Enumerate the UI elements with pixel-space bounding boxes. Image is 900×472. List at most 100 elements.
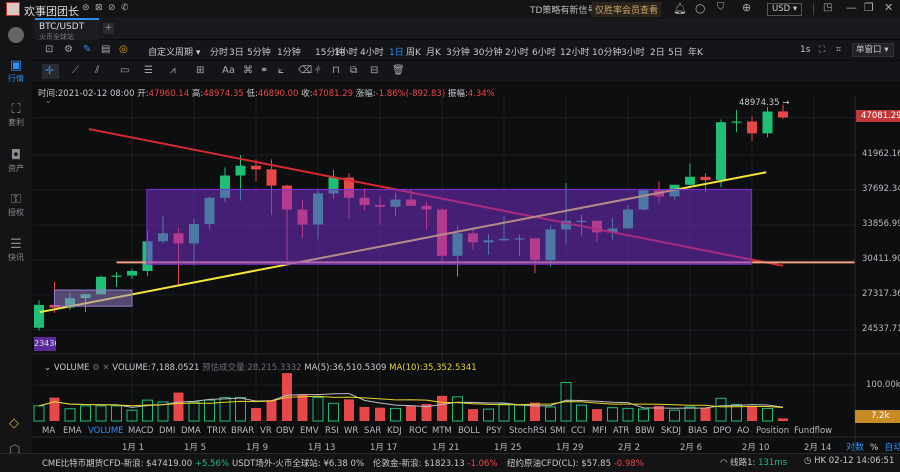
indicator-tab-skdj[interactable]: SKDJ — [661, 426, 681, 436]
price-tick-label: 41962.16 — [862, 149, 900, 159]
indicator-tab-ma[interactable]: MA — [42, 426, 55, 436]
indicator-tab-obv[interactable]: OBV — [276, 426, 294, 436]
candle-body — [34, 304, 44, 328]
volume-bar — [669, 409, 680, 422]
indicator-tab-bbw[interactable]: BBW — [635, 426, 655, 436]
ticker-label: 伦敦金-新浪: — [373, 459, 422, 469]
latency-value: 131ms — [758, 458, 788, 468]
date-label: 1月 13 — [308, 443, 336, 453]
volume-axis-tick: 100.00k — [866, 380, 900, 390]
indicator-tab-vr[interactable]: VR — [260, 426, 272, 436]
indicator-tab-dmi[interactable]: DMI — [159, 426, 175, 436]
volume-bar — [514, 404, 525, 422]
volume-bar — [406, 405, 416, 421]
volume-bar — [778, 418, 788, 421]
ticker-label: USDT场外-火币全球站: — [232, 459, 321, 469]
volume-estimate: 预估成交量:28,215.3332 — [202, 363, 302, 373]
date-label: 1月 25 — [494, 443, 522, 453]
candle-body — [111, 275, 122, 277]
indicator-tab-ema[interactable]: EMA — [63, 426, 82, 436]
volume-bar — [111, 405, 122, 422]
indicator-tab-atr[interactable]: ATR — [613, 426, 629, 436]
volume-bar — [483, 408, 494, 422]
close-icon[interactable]: ✕ — [102, 363, 109, 373]
indicator-tab-stochrsi[interactable]: StochRSI — [509, 426, 547, 436]
price-chart[interactable] — [0, 0, 900, 472]
volume-bar — [715, 397, 727, 422]
indicator-tab-psy[interactable]: PSY — [486, 426, 502, 436]
clock-icon: ◷ — [804, 456, 812, 466]
settings-icon[interactable]: ⚙ — [92, 363, 100, 373]
volume-bar — [607, 407, 618, 422]
last-price-flag: 47081.29 — [856, 110, 900, 122]
ticker-cme[interactable]: CME比特币期货CFD-新浪: $47419.00 +5.56% — [42, 457, 229, 469]
indicator-tab-dma[interactable]: DMA — [181, 426, 201, 436]
volume-ma10: MA(10):35,352.5341 — [389, 363, 477, 373]
indicator-tab-rsi[interactable]: RSI — [325, 426, 339, 436]
indicator-tab-smi[interactable]: SMI — [550, 426, 565, 436]
candle-body — [747, 121, 757, 134]
candle-body — [685, 176, 695, 185]
indicator-tab-kdj[interactable]: KDJ — [387, 426, 402, 436]
volume-bar — [80, 405, 91, 422]
volume-bar — [344, 399, 354, 421]
date-label: 2月 10 — [742, 443, 770, 453]
indicator-tab-mtm[interactable]: MTM — [432, 426, 452, 436]
ticker-change: +5.56% — [194, 459, 229, 469]
volume-bar — [142, 399, 153, 422]
ticker-label: CME比特币期货CFD-新浪: — [42, 459, 144, 469]
indicator-tab-wr[interactable]: WR — [344, 426, 358, 436]
indicator-tab-dpo[interactable]: DPO — [713, 426, 731, 436]
indicator-tab-sar[interactable]: SAR — [364, 426, 381, 436]
volume-header: ⌄ VOLUME ⚙ ✕ VOLUME:7,188.0521 预估成交量:28,… — [44, 361, 477, 373]
ticker-label: 纽约原油CFD(CL): — [507, 459, 579, 469]
volume-bar — [64, 408, 76, 422]
ticker-oil[interactable]: 纽约原油CFD(CL): $57.85 -0.98% — [507, 457, 644, 469]
collapse-chevron-icon[interactable]: ⌄ — [45, 96, 52, 105]
date-label: 1月 1 — [122, 443, 145, 453]
indicator-tab-trix[interactable]: TRIX — [207, 426, 226, 436]
percent-scale-toggle[interactable]: % — [870, 443, 879, 453]
indicator-tab-roc[interactable]: ROC — [409, 426, 428, 436]
volume-bar — [95, 405, 107, 422]
date-label: 1月 9 — [246, 443, 269, 453]
indicator-tab-ao[interactable]: AO — [737, 426, 749, 436]
price-tick-label: 27317.36 — [862, 288, 900, 299]
ticker-price: $57.85 — [581, 459, 611, 469]
clock: ◷ HK 02-12 14:06:51 — [804, 456, 894, 466]
indicator-tab-mfi[interactable]: MFI — [592, 426, 607, 436]
indicator-tab-emv[interactable]: EMV — [300, 426, 319, 436]
volume-bar — [762, 407, 773, 422]
clock-value: HK 02-12 14:06:51 — [814, 456, 895, 466]
indicator-tab-volume[interactable]: VOLUME — [88, 426, 124, 436]
auto-scale-toggle[interactable]: 自动 — [884, 443, 900, 453]
indicator-tab-fundflow[interactable]: Fundflow — [794, 426, 832, 436]
ticker-price: $47419.00 — [146, 459, 193, 469]
volume-bar — [251, 408, 261, 421]
volume-bar — [747, 405, 757, 421]
candle-body — [762, 111, 773, 134]
indicator-tab-position[interactable]: Position — [756, 426, 789, 436]
log-scale-toggle[interactable]: 对数 — [846, 443, 864, 453]
ticker-gold[interactable]: 伦敦金-新浪: $1823.13 -1.06% — [373, 457, 497, 469]
indicator-tab-bias[interactable]: BIAS — [688, 426, 708, 436]
indicator-tab-cci[interactable]: CCI — [571, 426, 585, 436]
volume-bar — [592, 409, 602, 421]
rectangle-drawing — [54, 289, 133, 307]
price-tick-label: 33856.99 — [862, 218, 900, 229]
volume-bar — [219, 397, 231, 422]
date-label: 2月 6 — [680, 443, 703, 453]
indicator-tab-brar[interactable]: BRAR — [231, 426, 254, 436]
high-marker: 48974.35 → — [739, 98, 790, 108]
candle-body — [251, 165, 261, 170]
collapse-chevron-icon[interactable]: ⌄ — [44, 363, 51, 373]
indicator-tab-macd[interactable]: MACD — [128, 426, 153, 436]
wifi-icon: ◠ — [720, 458, 728, 468]
volume-bar — [49, 397, 60, 421]
volume-bar — [700, 407, 711, 421]
date-label: 1月 5 — [184, 443, 207, 453]
volume-bar — [33, 405, 45, 422]
indicator-tab-boll[interactable]: BOLL — [458, 426, 480, 436]
ticker-usdt[interactable]: USDT场外-火币全球站: ¥6.38 0% — [232, 457, 364, 469]
date-label: 2月 14 — [804, 443, 832, 453]
